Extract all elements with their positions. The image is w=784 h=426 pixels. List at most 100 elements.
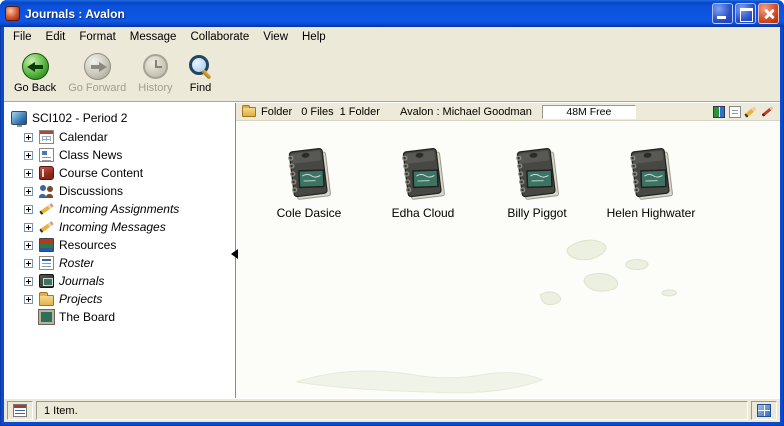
menu-message[interactable]: Message [123, 29, 184, 45]
pen-message-icon [39, 220, 54, 234]
main-split: SCI102 - Period 2 Calendar Class News [4, 102, 780, 398]
tree-item-label: Course Content [59, 166, 143, 180]
window-frame: File Edit Format Message Collaborate Vie… [0, 27, 784, 426]
tree-item-incoming-assignments[interactable]: Incoming Assignments [4, 200, 235, 218]
expand-icon[interactable] [24, 295, 33, 304]
tree-item-calendar[interactable]: Calendar [4, 128, 235, 146]
menu-help[interactable]: Help [295, 29, 333, 45]
chalkboard-icon [39, 310, 54, 324]
journal-item[interactable]: Cole Dasice [256, 145, 362, 220]
find-label: Find [190, 82, 211, 94]
expand-icon[interactable] [24, 151, 33, 160]
red-pen-icon[interactable] [761, 106, 773, 118]
expand-icon[interactable] [24, 241, 33, 250]
folders-count: 1 Folder [340, 106, 380, 118]
tree-item-label: Incoming Messages [59, 220, 166, 234]
book-icon [281, 145, 337, 205]
tree-root-class[interactable]: SCI102 - Period 2 [4, 108, 235, 128]
menu-view[interactable]: View [256, 29, 295, 45]
tree-item-label: Discussions [59, 184, 123, 198]
status-left-pane [7, 401, 33, 420]
edit-pencil-icon[interactable] [745, 106, 757, 118]
back-icon-wrap [22, 51, 49, 82]
tree-item-label: Resources [59, 238, 116, 252]
window-controls [712, 3, 779, 24]
go-forward-button: Go Forward [64, 50, 130, 95]
status-message-pane: 1 Item. [36, 401, 748, 420]
folder-type-label: Folder [261, 106, 292, 118]
journal-item[interactable]: Edha Cloud [370, 145, 476, 220]
find-icon-wrap [187, 51, 215, 82]
journal-name: Billy Piggot [507, 206, 566, 220]
journal-item[interactable]: Billy Piggot [484, 145, 590, 220]
status-item-count: 1 Item. [44, 405, 78, 417]
menu-bar: File Edit Format Message Collaborate Vie… [4, 27, 780, 47]
tree-item-discussions[interactable]: Discussions [4, 182, 235, 200]
newspaper-icon [39, 148, 54, 162]
book-icon [509, 145, 565, 205]
projects-folder-icon [39, 295, 54, 306]
journal-name: Cole Dasice [277, 206, 342, 220]
forward-icon-wrap [84, 51, 111, 82]
book-stack-icon [39, 238, 54, 252]
journal-items-row: Cole Dasice [236, 121, 780, 220]
menu-edit[interactable]: Edit [39, 29, 73, 45]
status-right-pane [751, 401, 777, 420]
tree-item-course-content[interactable]: Course Content [4, 164, 235, 182]
book-icon [395, 145, 451, 205]
app-window: Journals : Avalon File Edit Format Messa… [0, 0, 784, 426]
expand-icon[interactable] [24, 205, 33, 214]
app-icon [5, 6, 20, 21]
tree-item-label: Projects [59, 292, 102, 306]
files-count: 0 Files [301, 106, 333, 118]
calendar-icon [39, 130, 54, 144]
tree-item-label: Calendar [59, 130, 108, 144]
go-back-button[interactable]: Go Back [10, 50, 60, 95]
title-bar[interactable]: Journals : Avalon [0, 0, 784, 27]
journal-book-icon [39, 274, 54, 288]
back-icon [22, 53, 49, 80]
forward-icon [84, 53, 111, 80]
status-window-icon[interactable] [757, 404, 771, 417]
find-button[interactable]: Find [181, 50, 221, 95]
tree-item-resources[interactable]: Resources [4, 236, 235, 254]
tree-item-projects[interactable]: Projects [4, 290, 235, 308]
menu-file[interactable]: File [6, 29, 39, 45]
history-label: History [138, 82, 172, 94]
journal-name: Edha Cloud [392, 206, 455, 220]
navigation-tree: SCI102 - Period 2 Calendar Class News [4, 103, 236, 398]
expand-icon[interactable] [24, 187, 33, 196]
minimize-button[interactable] [712, 3, 733, 24]
server-location: Avalon : Michael Goodman [400, 106, 532, 118]
expand-icon[interactable] [24, 223, 33, 232]
people-chat-icon [39, 184, 54, 198]
tree-root-label: SCI102 - Period 2 [32, 111, 127, 125]
panels-icon[interactable] [713, 106, 725, 118]
expand-icon[interactable] [24, 277, 33, 286]
journal-item[interactable]: Helen Highwater [598, 145, 704, 220]
expand-icon[interactable] [24, 259, 33, 268]
tree-item-roster[interactable]: Roster [4, 254, 235, 272]
tree-item-label: Roster [59, 256, 94, 270]
status-grid-icon[interactable] [13, 404, 27, 417]
document-icon[interactable] [729, 106, 741, 118]
tree-item-journals[interactable]: Journals [4, 272, 235, 290]
menu-collaborate[interactable]: Collaborate [183, 29, 256, 45]
collapse-pane-arrow[interactable] [231, 249, 238, 259]
class-monitor-icon [11, 111, 27, 125]
close-button[interactable] [758, 3, 779, 24]
roster-list-icon [39, 256, 54, 270]
expand-icon[interactable] [24, 169, 33, 178]
maximize-button[interactable] [735, 3, 756, 24]
magnifier-icon [187, 53, 215, 81]
tree-item-the-board[interactable]: The Board [4, 308, 235, 326]
tree-item-label: Incoming Assignments [59, 202, 179, 216]
pencil-icon [39, 202, 54, 216]
tree-item-incoming-messages[interactable]: Incoming Messages [4, 218, 235, 236]
book-icon [623, 145, 679, 205]
menu-format[interactable]: Format [72, 29, 122, 45]
folder-view: Cole Dasice [236, 121, 780, 398]
tree-item-class-news[interactable]: Class News [4, 146, 235, 164]
expand-icon[interactable] [24, 133, 33, 142]
status-bar: 1 Item. [4, 398, 780, 422]
